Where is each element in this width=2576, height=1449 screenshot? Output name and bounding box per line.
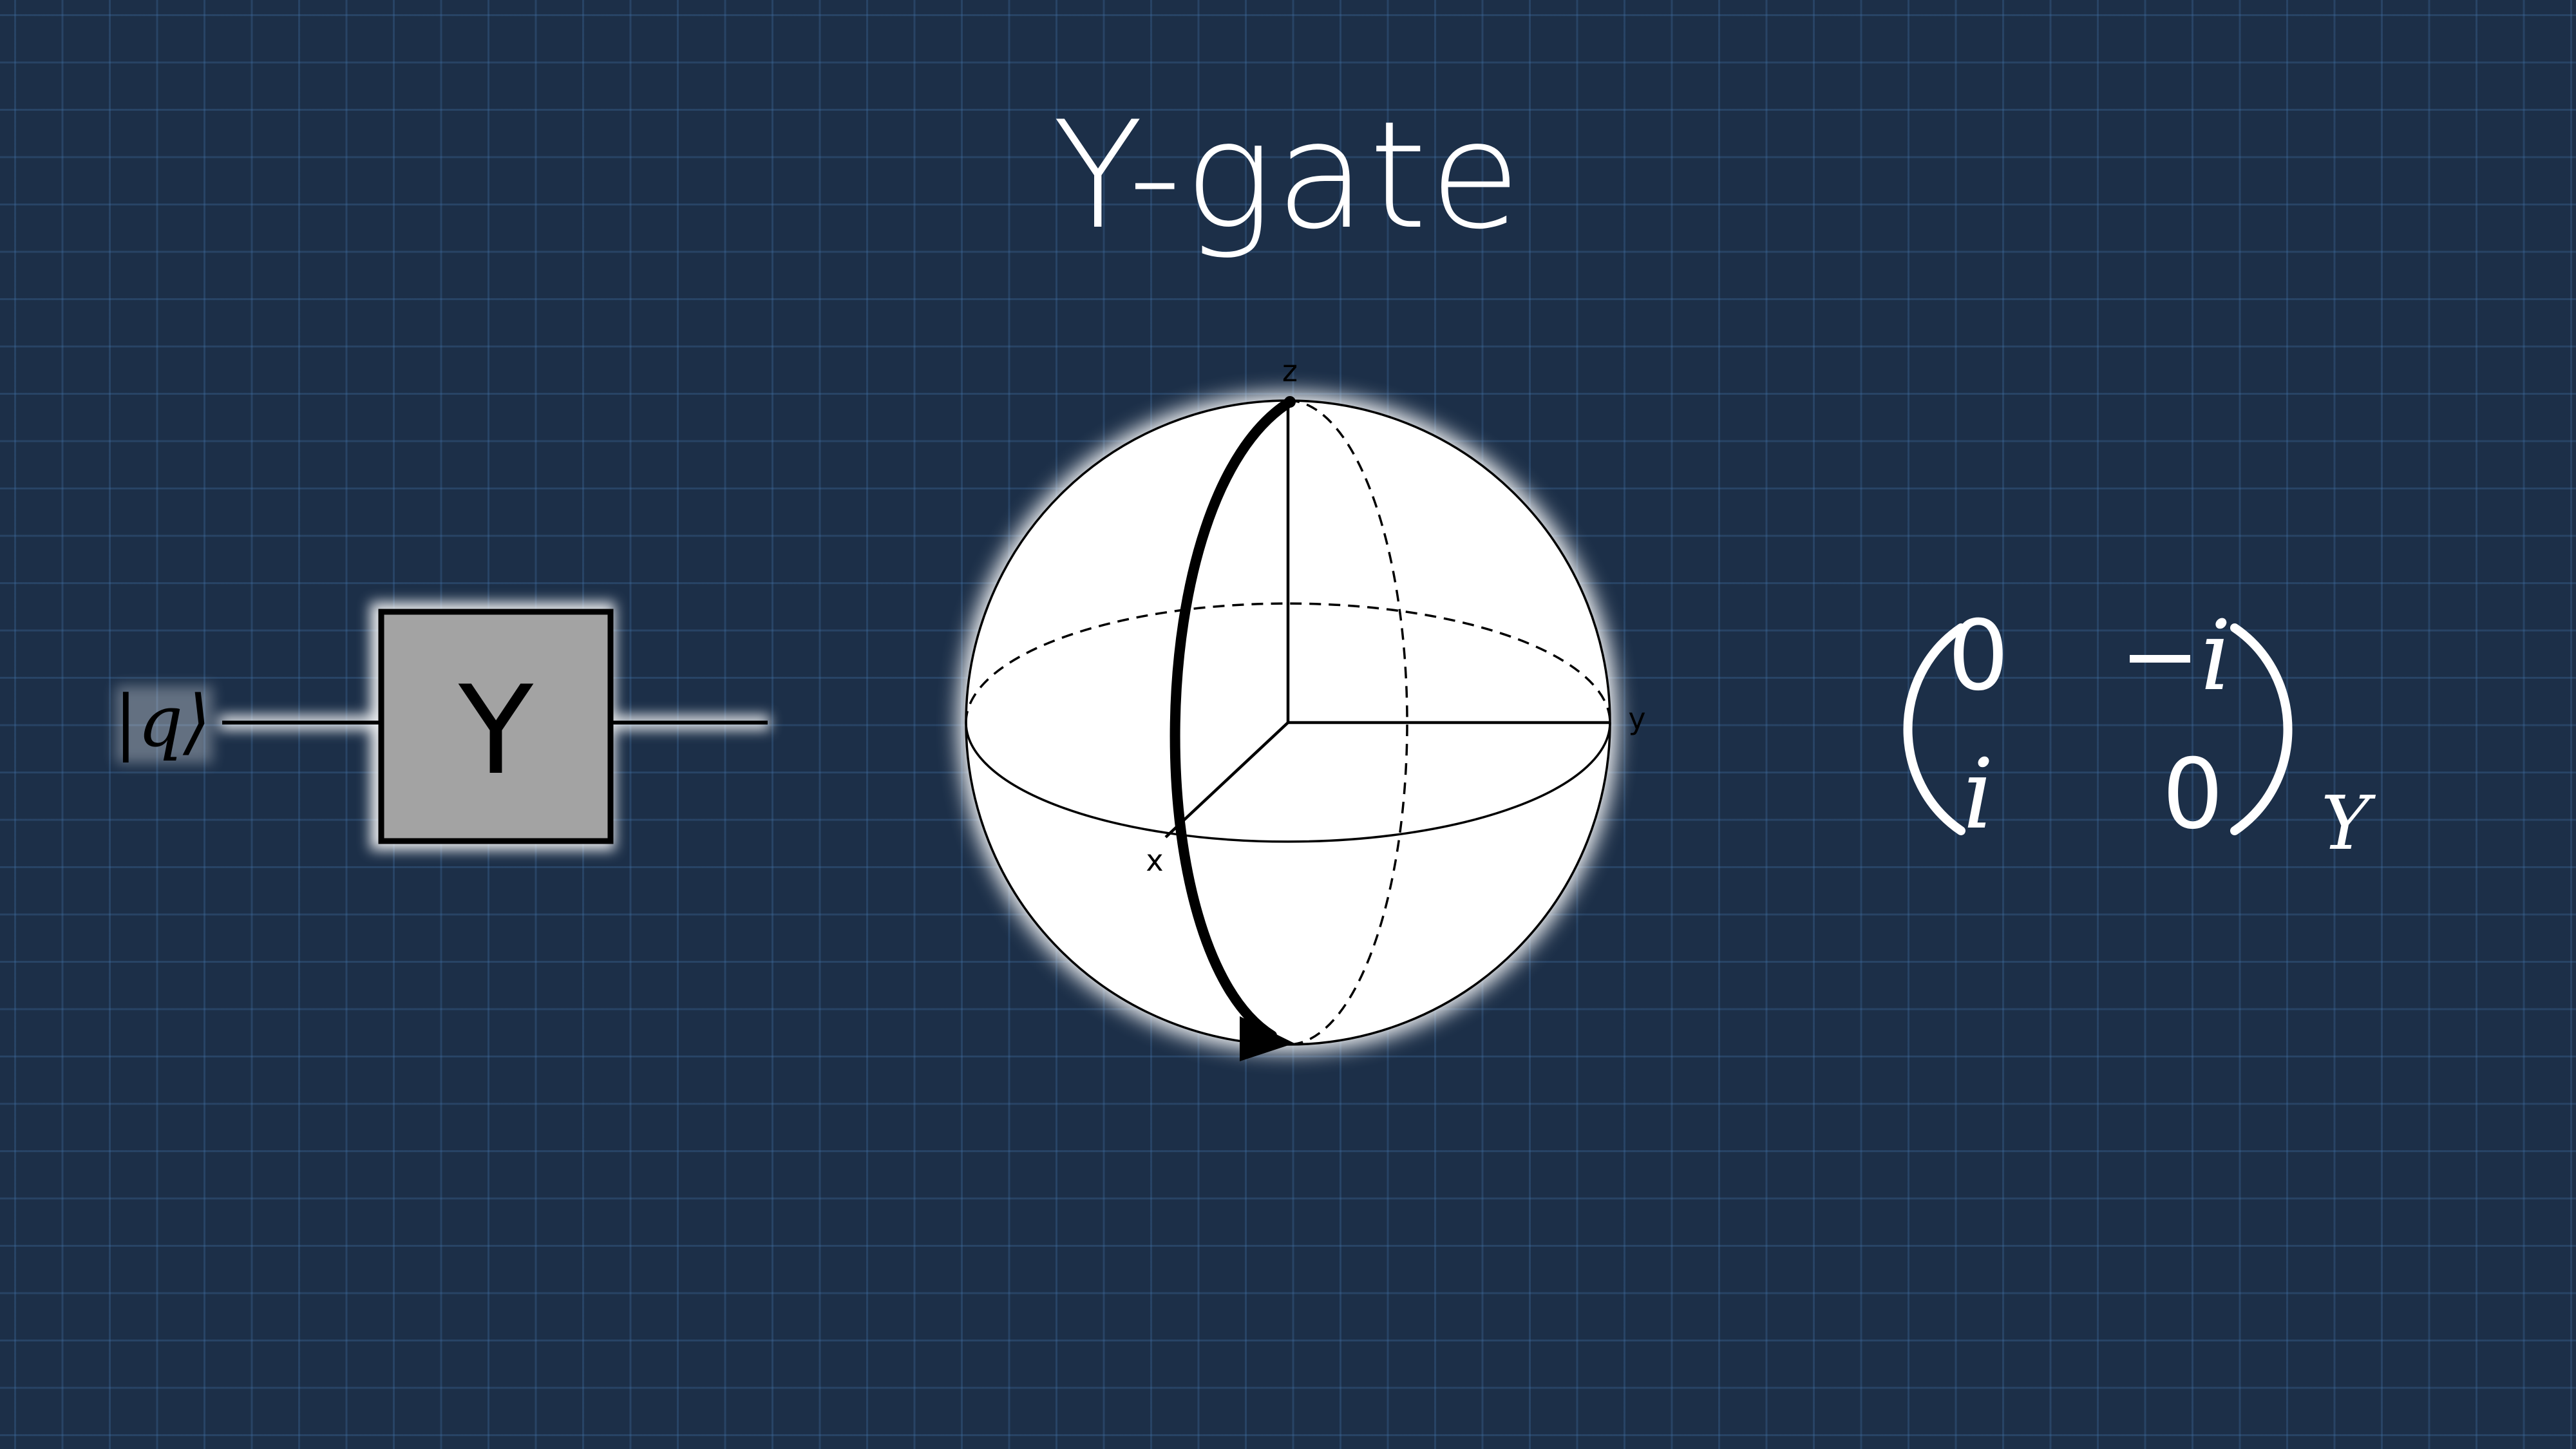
matrix-cell-1-0: i <box>1963 739 1994 851</box>
y-axis-label: y <box>1628 701 1645 736</box>
quantum-circuit: Y |q⟩ <box>114 602 770 850</box>
matrix-subscript: Y <box>2321 781 2376 867</box>
matrix-cell-0-0: 0 <box>1947 600 2009 712</box>
diagram-canvas: Y |q⟩ z y x 0 −i i 0 Y <box>114 354 2376 1061</box>
pauli-y-matrix: 0 −i i 0 Y <box>1903 600 2376 867</box>
x-axis-label: x <box>1146 843 1163 878</box>
matrix-cell-0-1: −i <box>2119 600 2231 712</box>
y-gate-label: Y <box>458 659 534 802</box>
matrix-cell-1-1: 0 <box>2162 739 2223 851</box>
bloch-sphere: z y x <box>958 354 1646 1061</box>
qubit-input-label: |q⟩ <box>114 680 211 762</box>
matrix-right-paren <box>2230 623 2293 835</box>
z-axis-label: z <box>1282 354 1298 388</box>
